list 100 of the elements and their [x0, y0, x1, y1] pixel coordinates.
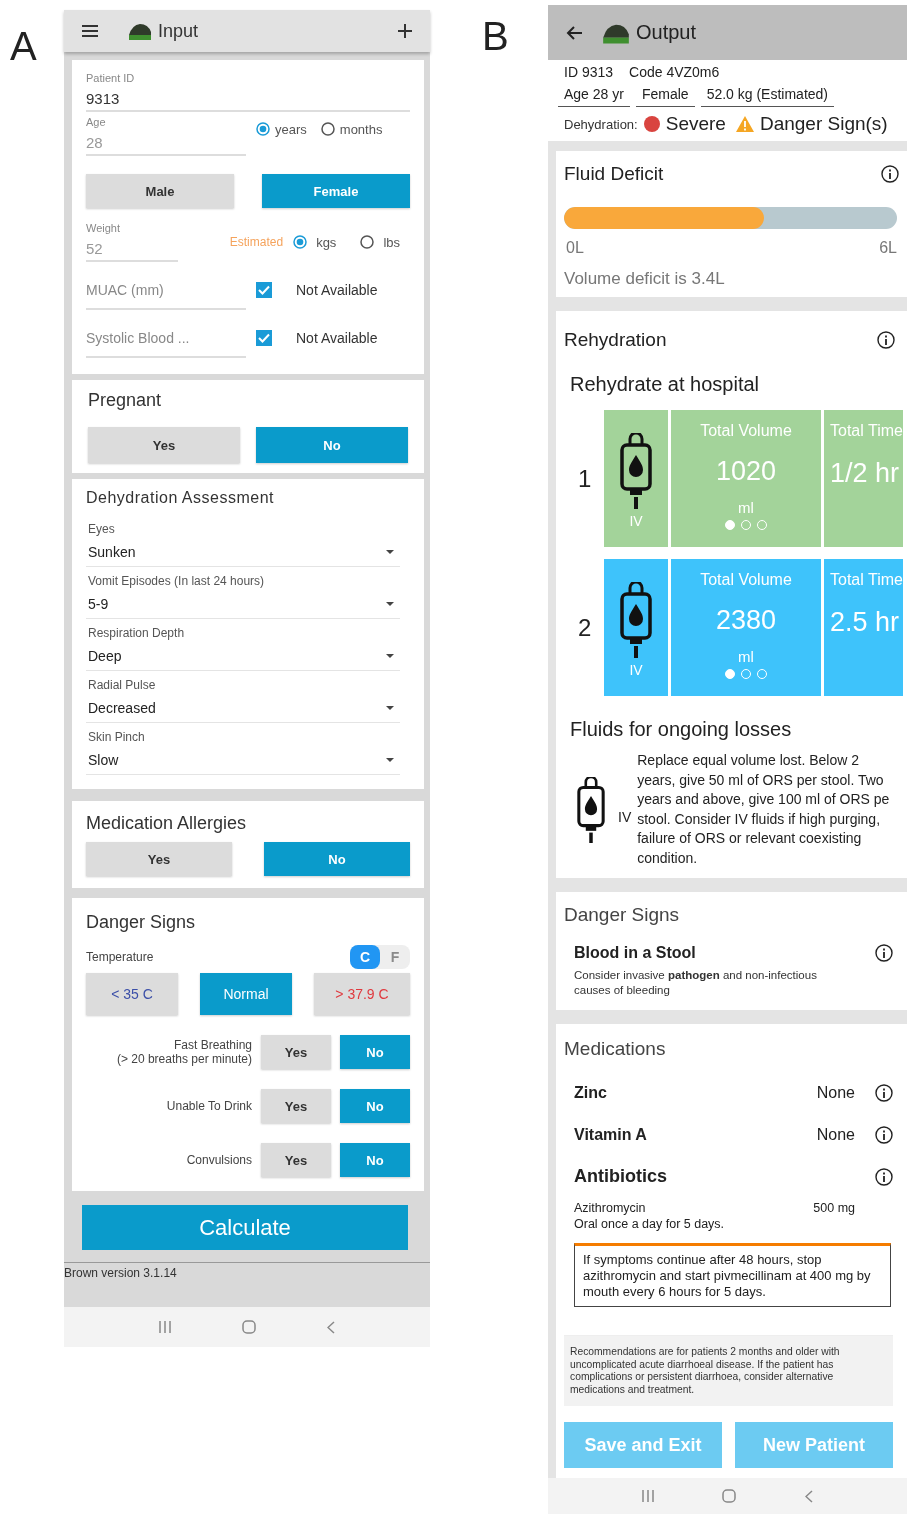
question-label: Convulsions	[186, 1153, 252, 1167]
radio-button[interactable]	[320, 122, 335, 136]
volume-unit: ml	[738, 648, 754, 665]
volume-value: 1020	[715, 456, 777, 487]
toggle-button[interactable]: Female	[262, 174, 410, 208]
temperature-button[interactable]: > 37.9 C	[314, 973, 410, 1015]
warning-note: If symptoms continue after 48 hours, stop azithromycin and start pivmecillinam at 400 mg by mouth every 6 hours for 5 days.	[574, 1243, 891, 1307]
radio-label: years	[275, 121, 307, 137]
unit-option[interactable]: C	[350, 945, 380, 969]
time-value: 2.5 hr	[830, 607, 900, 638]
instructions-text: Replace equal volume lost. Below 2 years, give 50 ml of ORS per stool. Two years and above, give 100 ml of ORS pe stool. Consider IV fluids if high purging, failure of ORS or relevant coexisting condition.	[637, 751, 890, 868]
patient-id: ID 9313	[564, 64, 614, 80]
section-title: Danger Signs	[86, 912, 197, 933]
toggle-button[interactable]: No	[340, 1089, 410, 1123]
volume-unit: ml	[738, 499, 754, 516]
input-field[interactable]: MUAC (mm)	[86, 276, 246, 310]
dropdown-caret-icon	[386, 758, 394, 762]
unit-switch[interactable]: C F	[350, 945, 410, 969]
field-label: Respiration Depth	[88, 626, 186, 640]
field-label: Temperature	[86, 950, 154, 964]
toggle-button[interactable]: Male	[86, 174, 234, 208]
dropdown-caret-icon	[386, 706, 394, 710]
home-icon[interactable]	[242, 1320, 256, 1334]
field-label: Weight	[86, 222, 122, 234]
iv-bag-icon	[619, 581, 653, 658]
step-number: 2	[577, 613, 593, 642]
radio-button[interactable]	[293, 235, 308, 249]
toggle-button[interactable]: No	[256, 427, 408, 463]
toggle-button[interactable]: Yes	[261, 1089, 331, 1123]
disclaimer-note: Recommendations are for patients 2 months and older with uncomplicated acute diarrhoeal disease. If the patient has complications or persistent diarrhoea, consider alternative medications and treatment.	[564, 1335, 893, 1406]
toggle-button[interactable]: Yes	[261, 1143, 331, 1177]
patient-detail: 52.0 kg (Estimated)	[700, 86, 834, 107]
tree-logo-icon	[128, 22, 152, 40]
danger-sign-advice: Consider invasive pathogen and non-infectious causes of bleeding	[574, 968, 818, 998]
toggle-button[interactable]: Yes	[261, 1035, 331, 1069]
info-icon[interactable]	[875, 1084, 893, 1102]
info-icon[interactable]	[877, 331, 895, 349]
recent-apps-icon[interactable]	[642, 1490, 655, 1502]
medication-name: Zinc	[574, 1084, 608, 1102]
calculate-button[interactable]: Calculate	[82, 1205, 408, 1250]
field-value: Deep	[88, 648, 122, 664]
info-icon[interactable]	[875, 1167, 893, 1186]
toggle-button[interactable]: Yes	[86, 842, 232, 876]
plan-title: Rehydrate at hospital	[569, 373, 760, 396]
dropdown[interactable]: Eyes Sunken	[86, 515, 400, 567]
input-field[interactable]: Weight 52	[86, 222, 178, 262]
danger-sign-name: Blood in a Stool	[574, 944, 697, 962]
info-icon[interactable]	[881, 165, 899, 183]
radio-label: months	[339, 121, 383, 137]
severity-text: Severe	[665, 113, 726, 135]
warning-icon	[735, 116, 754, 132]
back-arrow-icon[interactable]	[566, 25, 582, 40]
field-value: 52	[86, 240, 104, 257]
screen-title: Output	[636, 21, 697, 44]
input-field[interactable]: Systolic Blood ...	[86, 324, 246, 358]
page-indicator-dot[interactable]	[725, 669, 735, 679]
home-icon[interactable]	[722, 1489, 737, 1503]
section-title: Rehydration	[564, 329, 667, 351]
field-label: Eyes	[88, 522, 116, 536]
plan-title: Fluids for ongoing losses	[569, 718, 793, 741]
field-value: 5-9	[88, 596, 109, 612]
info-icon[interactable]	[875, 944, 893, 962]
page-indicator-dot[interactable]	[725, 520, 735, 530]
back-icon[interactable]	[326, 1320, 335, 1334]
warning-text: Danger Sign(s)	[759, 113, 888, 135]
info-icon[interactable]	[875, 1126, 893, 1144]
toggle-button[interactable]: No	[264, 842, 410, 876]
add-icon[interactable]	[398, 24, 412, 38]
toggle-button[interactable]: No	[340, 1143, 410, 1177]
dropdown[interactable]: Radial Pulse Decreased	[86, 671, 400, 723]
recent-apps-icon[interactable]	[159, 1321, 172, 1333]
toggle-button[interactable]: No	[340, 1035, 410, 1069]
dosing-instructions: Oral once a day for 5 days.	[573, 1217, 726, 1231]
menu-icon[interactable]	[82, 25, 98, 37]
checkbox[interactable]	[256, 282, 272, 298]
radio-button[interactable]	[360, 235, 375, 249]
dropdown[interactable]: Respiration Depth Deep	[86, 619, 400, 671]
field-value: Sunken	[88, 544, 136, 560]
screen-title: Input	[158, 20, 199, 42]
toggle-button[interactable]: Yes	[88, 427, 240, 463]
temperature-button[interactable]: Normal	[200, 973, 292, 1015]
input-field[interactable]: Age 28	[86, 116, 246, 156]
input-field[interactable]: Patient ID 9313	[86, 72, 410, 112]
unit-option[interactable]: F	[380, 945, 410, 969]
time-value: 1/2 hr	[830, 458, 900, 489]
section-title: Medications	[564, 1038, 667, 1060]
dropdown[interactable]: Skin Pinch Slow	[86, 723, 400, 775]
back-icon[interactable]	[804, 1489, 813, 1503]
iv-bag-icon	[574, 776, 608, 843]
temperature-button[interactable]: < 35 C	[86, 973, 178, 1015]
checkbox[interactable]	[256, 330, 272, 346]
section-title: Pregnant	[88, 390, 163, 411]
radio-button[interactable]	[256, 122, 270, 136]
medication-name: Antibiotics	[574, 1166, 668, 1187]
field-label: Age	[86, 116, 107, 128]
drug-name: Azithromycin	[574, 1201, 646, 1215]
field-label: Radial Pulse	[88, 678, 157, 692]
version-text: Brown version 3.1.14	[64, 1266, 177, 1280]
field-value: Decreased	[88, 700, 156, 716]
dropdown[interactable]: Vomit Episodes (In last 24 hours) 5-9	[86, 567, 400, 619]
